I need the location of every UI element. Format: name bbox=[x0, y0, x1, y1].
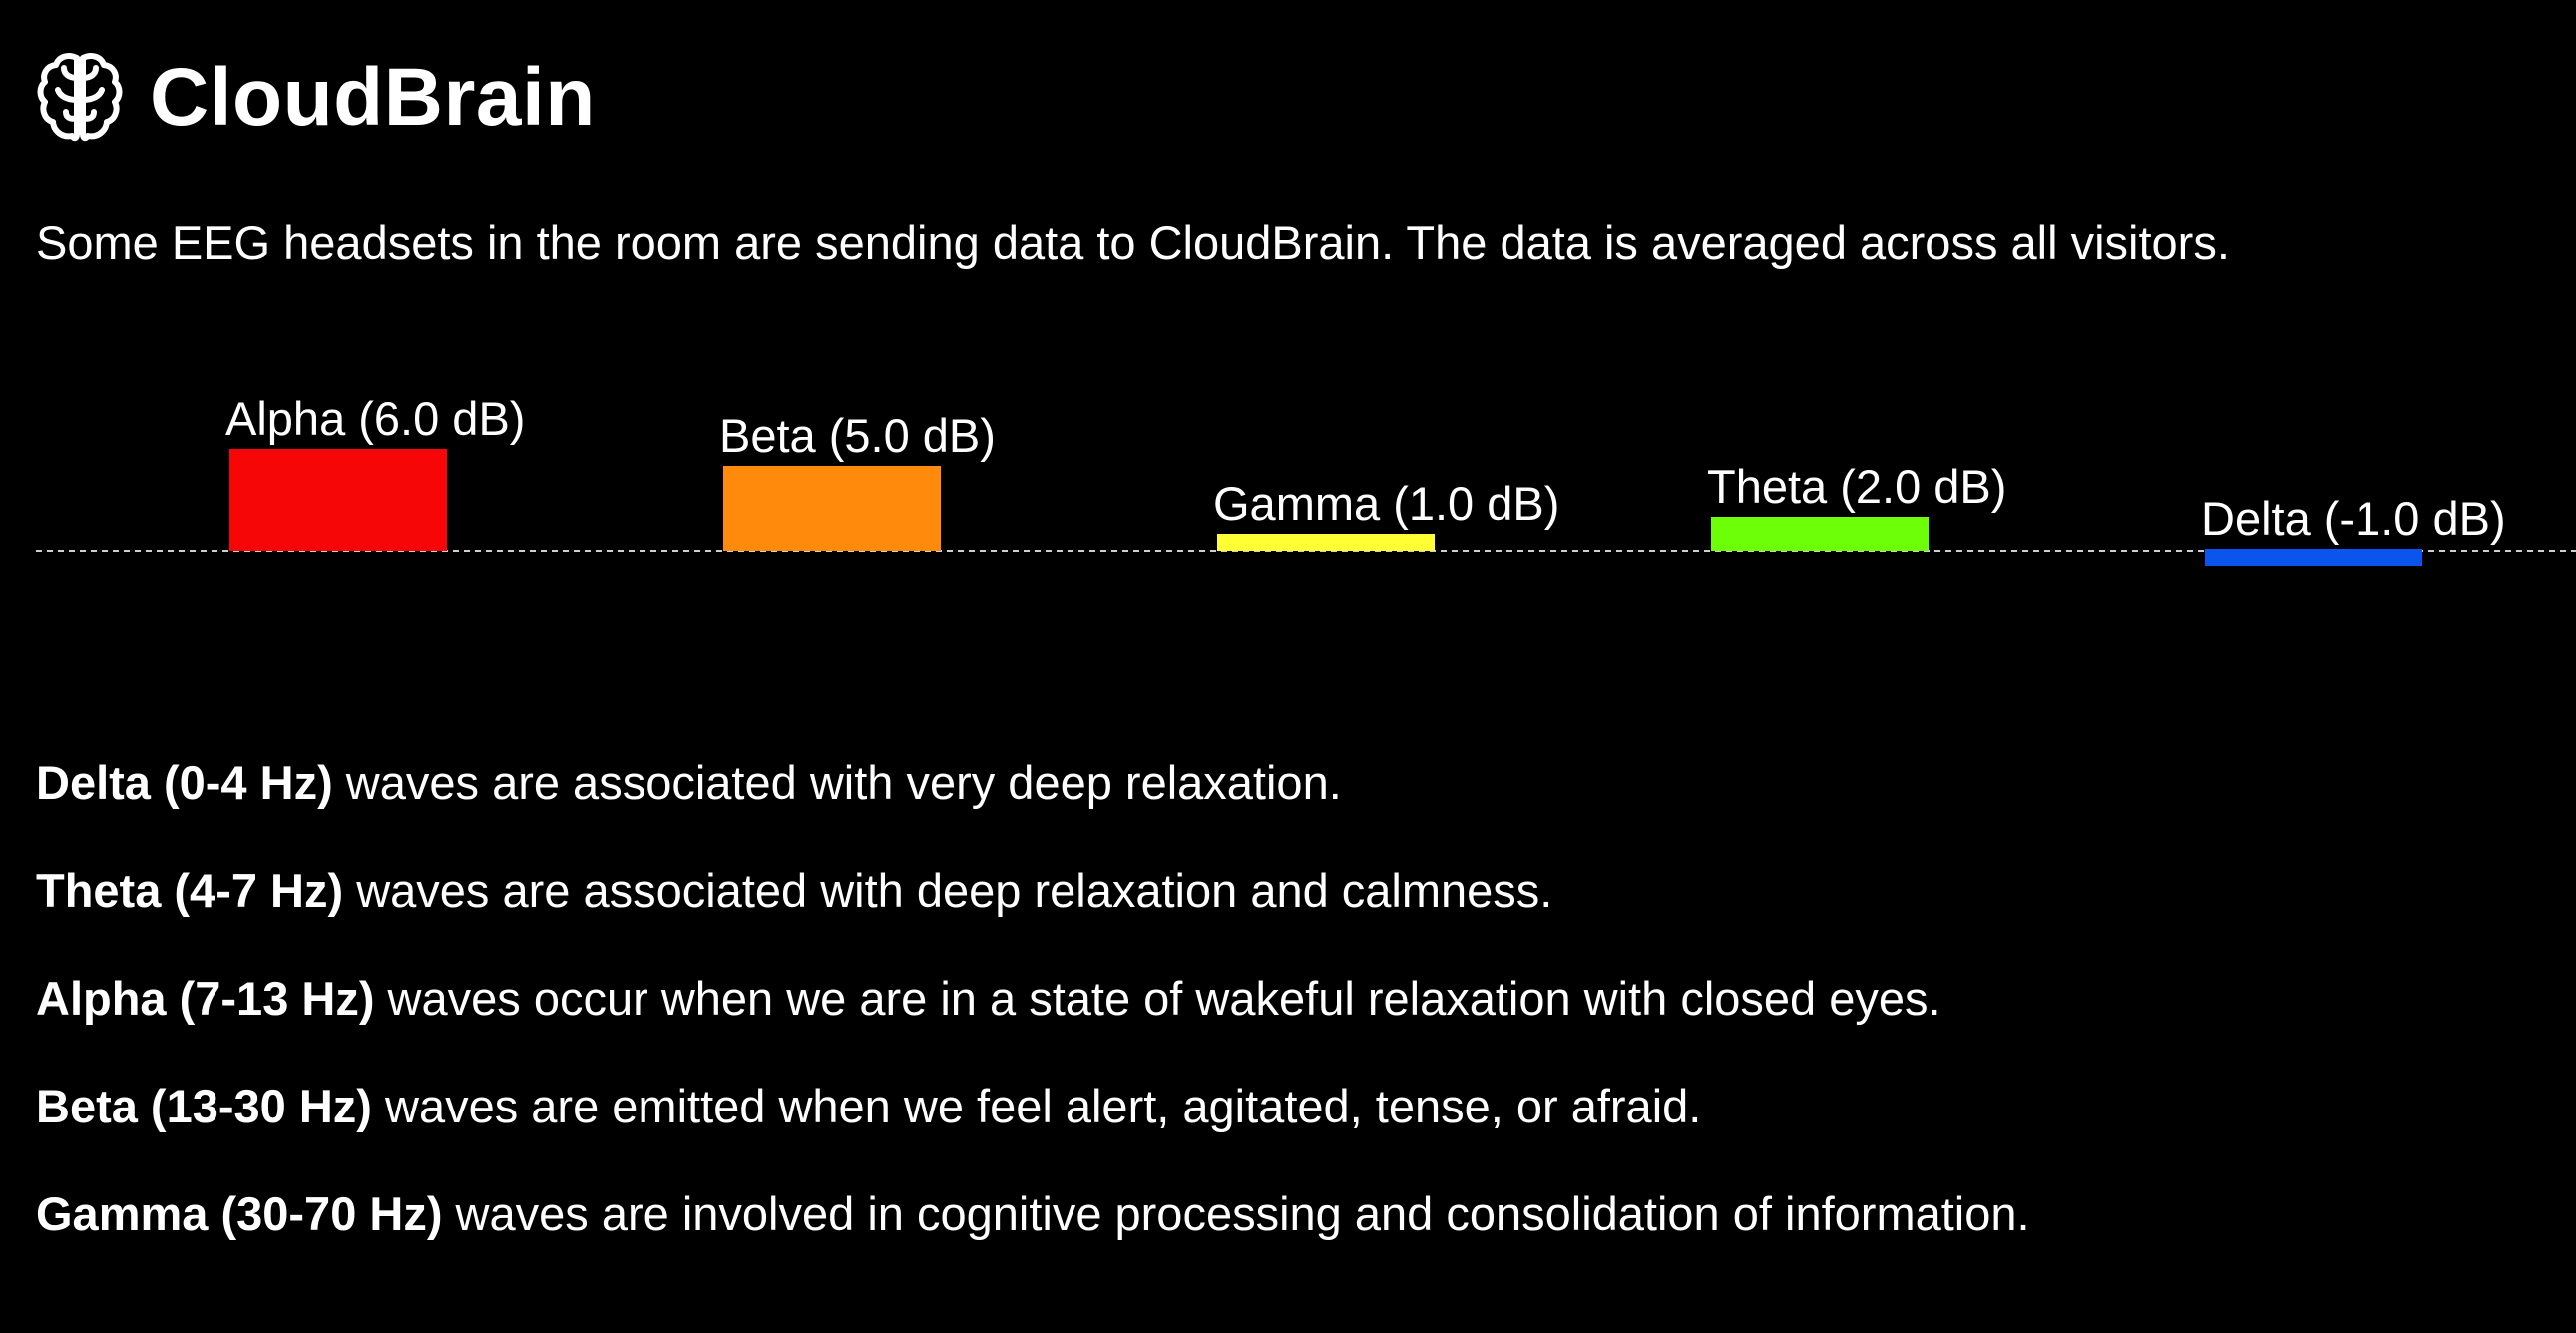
description-gamma: Gamma (30-70 Hz) waves are involved in c… bbox=[36, 1184, 2030, 1292]
description-text: waves are involved in cognitive processi… bbox=[442, 1187, 2030, 1240]
bar-beta bbox=[723, 466, 941, 551]
brain-icon bbox=[37, 53, 123, 142]
app-header: CloudBrain bbox=[36, 48, 596, 148]
description-beta: Beta (13-30 Hz) waves are emitted when w… bbox=[36, 1077, 2030, 1184]
description-text: waves occur when we are in a state of wa… bbox=[374, 972, 1941, 1025]
band-power-chart: Alpha (6.0 dB) Beta (5.0 dB) Gamma (1.0 dB… bbox=[36, 392, 2576, 566]
description-text: waves are associated with deep relaxatio… bbox=[343, 864, 1553, 917]
description-term: Beta (13-30 Hz) bbox=[36, 1080, 372, 1132]
band-descriptions: Delta (0-4 Hz) waves are associated with… bbox=[36, 753, 2030, 1292]
description-text: waves are associated with very deep rela… bbox=[332, 756, 1342, 809]
description-term: Theta (4-7 Hz) bbox=[36, 864, 344, 917]
description-alpha: Alpha (7-13 Hz) waves occur when we are … bbox=[36, 969, 2030, 1077]
description-term: Gamma (30-70 Hz) bbox=[36, 1187, 443, 1240]
app-title: CloudBrain bbox=[150, 52, 596, 143]
description-delta: Delta (0-4 Hz) waves are associated with… bbox=[36, 753, 2030, 861]
description-term: Delta (0-4 Hz) bbox=[36, 756, 333, 809]
bar-label-alpha: Alpha (6.0 dB) bbox=[225, 392, 525, 445]
intro-text: Some EEG headsets in the room are sendin… bbox=[36, 217, 2230, 269]
description-text: waves are emitted when we feel alert, ag… bbox=[371, 1080, 1702, 1132]
bar-label-delta: Delta (-1.0 dB) bbox=[2201, 492, 2506, 545]
description-theta: Theta (4-7 Hz) waves are associated with… bbox=[36, 861, 2030, 969]
bar-label-gamma: Gamma (1.0 dB) bbox=[1213, 477, 1559, 530]
bar-label-theta: Theta (2.0 dB) bbox=[1707, 460, 2006, 513]
bar-label-beta: Beta (5.0 dB) bbox=[719, 409, 996, 462]
bar-theta bbox=[1711, 517, 1929, 551]
bar-delta bbox=[2205, 549, 2422, 566]
bar-alpha bbox=[229, 449, 447, 551]
description-term: Alpha (7-13 Hz) bbox=[36, 972, 375, 1025]
bar-gamma bbox=[1217, 534, 1435, 551]
